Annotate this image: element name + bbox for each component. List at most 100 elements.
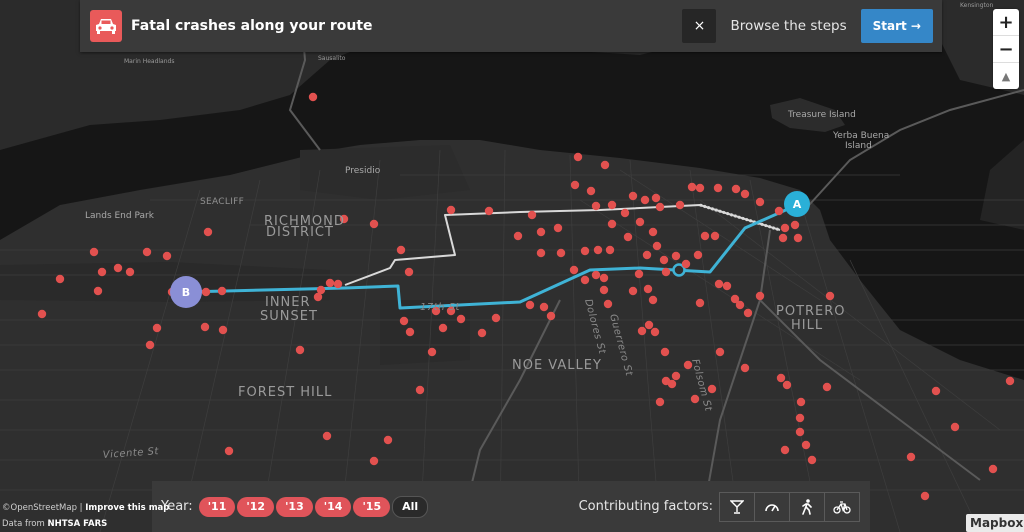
crash-dot[interactable] — [37, 309, 47, 319]
crash-dot[interactable] — [780, 223, 790, 233]
crash-dot[interactable] — [591, 201, 601, 211]
crash-dot[interactable] — [369, 456, 379, 466]
crash-dot[interactable] — [446, 205, 456, 215]
crash-dot[interactable] — [931, 386, 941, 396]
crash-dot[interactable] — [671, 251, 681, 261]
crash-dot[interactable] — [570, 180, 580, 190]
year-2013-toggle[interactable]: '13 — [276, 496, 313, 517]
crash-dot[interactable] — [628, 286, 638, 296]
crash-dot[interactable] — [405, 327, 415, 337]
crash-dot[interactable] — [55, 274, 65, 284]
crash-dot[interactable] — [715, 347, 725, 357]
crash-dot[interactable] — [675, 200, 685, 210]
crash-dot[interactable] — [807, 455, 817, 465]
map-canvas[interactable]: RICHMOND DISTRICT INNER SUNSET FOREST HI… — [0, 0, 1024, 532]
crash-dot[interactable] — [546, 311, 556, 321]
crash-dot[interactable] — [477, 328, 487, 338]
crash-dot[interactable] — [650, 327, 660, 337]
crash-dot[interactable] — [667, 379, 677, 389]
year-2015-toggle[interactable]: '15 — [353, 496, 391, 517]
crash-dot[interactable] — [780, 445, 790, 455]
crash-dot[interactable] — [201, 287, 211, 297]
crash-dot[interactable] — [774, 206, 784, 216]
crash-dot[interactable] — [97, 267, 107, 277]
crash-dot[interactable] — [605, 245, 615, 255]
crash-dot[interactable] — [755, 197, 765, 207]
crash-dot[interactable] — [671, 371, 681, 381]
crash-dot[interactable] — [142, 247, 152, 257]
start-button[interactable]: Start → — [860, 9, 933, 43]
crash-dot[interactable] — [152, 323, 162, 333]
crash-dot[interactable] — [536, 248, 546, 258]
crash-dot[interactable] — [710, 231, 720, 241]
crash-dot[interactable] — [125, 267, 135, 277]
crash-dot[interactable] — [731, 184, 741, 194]
crash-dot[interactable] — [325, 278, 335, 288]
crash-dot[interactable] — [162, 251, 172, 261]
crash-dot[interactable] — [200, 322, 210, 332]
crash-dot[interactable] — [308, 92, 318, 102]
crash-dot[interactable] — [607, 219, 617, 229]
crash-dot[interactable] — [735, 300, 745, 310]
crash-dot[interactable] — [906, 452, 916, 462]
crash-dot[interactable] — [640, 195, 650, 205]
crash-dot[interactable] — [333, 279, 343, 289]
crash-dot[interactable] — [634, 269, 644, 279]
crash-dot[interactable] — [607, 200, 617, 210]
crash-dot[interactable] — [822, 382, 832, 392]
route-end-marker[interactable]: B — [170, 276, 202, 308]
crash-dot[interactable] — [145, 340, 155, 350]
crash-dot[interactable] — [580, 246, 590, 256]
compass-button[interactable]: ▲ — [993, 63, 1019, 89]
crash-dot[interactable] — [714, 279, 724, 289]
crash-dot[interactable] — [383, 435, 393, 445]
crash-dot[interactable] — [623, 232, 633, 242]
crash-dot[interactable] — [659, 255, 669, 265]
crash-dot[interactable] — [600, 160, 610, 170]
crash-dot[interactable] — [599, 273, 609, 283]
alcohol-factor-button[interactable] — [720, 492, 755, 521]
crash-dot[interactable] — [203, 227, 213, 237]
crash-dot[interactable] — [648, 227, 658, 237]
pedestrian-factor-button[interactable] — [790, 492, 825, 521]
crash-dot[interactable] — [1005, 376, 1015, 386]
crash-dot[interactable] — [988, 464, 998, 474]
crash-dot[interactable] — [484, 206, 494, 216]
crash-dot[interactable] — [628, 191, 638, 201]
crash-dot[interactable] — [642, 250, 652, 260]
osm-attribution-link[interactable]: ©OpenStreetMap — [2, 503, 77, 513]
crash-dot[interactable] — [556, 248, 566, 258]
crash-dot[interactable] — [681, 259, 691, 269]
crash-dot[interactable] — [796, 397, 806, 407]
crash-dot[interactable] — [643, 284, 653, 294]
crash-dot[interactable] — [603, 299, 613, 309]
crash-dot[interactable] — [438, 323, 448, 333]
crash-dot[interactable] — [755, 291, 765, 301]
bicycle-factor-button[interactable] — [825, 493, 859, 521]
zoom-out-button[interactable]: − — [993, 36, 1019, 63]
crash-dot[interactable] — [713, 183, 723, 193]
crash-dot[interactable] — [690, 394, 700, 404]
crash-dot[interactable] — [661, 267, 671, 277]
crash-dot[interactable] — [217, 286, 227, 296]
crash-dot[interactable] — [620, 208, 630, 218]
crash-dot[interactable] — [527, 210, 537, 220]
crash-dot[interactable] — [655, 202, 665, 212]
crash-dot[interactable] — [369, 219, 379, 229]
crash-dot[interactable] — [113, 263, 123, 273]
crash-dot[interactable] — [427, 347, 437, 357]
crash-dot[interactable] — [648, 295, 658, 305]
crash-dot[interactable] — [782, 380, 792, 390]
crash-dot[interactable] — [825, 291, 835, 301]
crash-dot[interactable] — [93, 286, 103, 296]
crash-dot[interactable] — [776, 373, 786, 383]
crash-dot[interactable] — [740, 189, 750, 199]
crash-dot[interactable] — [539, 302, 549, 312]
year-all-toggle[interactable]: All — [392, 495, 429, 518]
crash-dot[interactable] — [795, 413, 805, 423]
crash-dot[interactable] — [637, 326, 647, 336]
crash-dot[interactable] — [525, 300, 535, 310]
crash-dot[interactable] — [795, 427, 805, 437]
year-2012-toggle[interactable]: '12 — [237, 496, 275, 517]
crash-dot[interactable] — [740, 363, 750, 373]
